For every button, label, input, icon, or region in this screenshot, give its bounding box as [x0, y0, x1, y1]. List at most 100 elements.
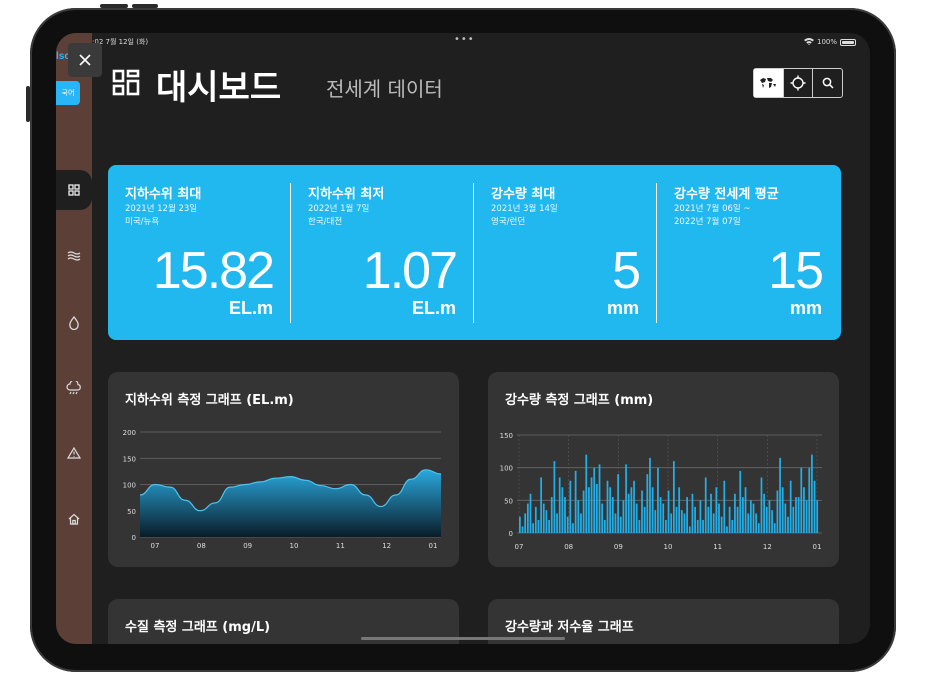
bar	[752, 503, 755, 533]
bar	[537, 519, 540, 533]
bar	[742, 497, 744, 533]
stat-groundwater-min: 지하수위 최저 2022년 1월 7일 한국/대전 1.07 EL.m	[291, 165, 474, 340]
bar	[811, 454, 813, 533]
bar	[797, 497, 800, 533]
groundwater-chart-card[interactable]: 지하수위 측정 그래프 (EL.m) 0 50 100 150 200 07 08 09 10 1…	[108, 372, 459, 567]
bar	[646, 474, 649, 533]
bar	[659, 497, 662, 533]
bar	[524, 513, 527, 533]
bar	[627, 493, 630, 533]
bar	[665, 519, 667, 533]
rainfall-chart-card[interactable]: 강수량 측정 그래프 (mm) 0 50 100 150 07 08 09 10 11 12 01	[488, 372, 839, 567]
bar	[651, 487, 654, 533]
bar	[657, 467, 659, 533]
multitasking-dots[interactable]: •••	[454, 34, 475, 45]
bar	[688, 526, 691, 533]
bar	[619, 516, 622, 533]
x-tick-label: 08	[564, 543, 573, 551]
bar	[739, 470, 742, 533]
stat-name: 지하수위 최대	[125, 187, 202, 202]
stat-name: 지하수위 최저	[308, 187, 385, 202]
droplet-icon[interactable]	[65, 314, 83, 332]
x-tick-label: 09	[243, 542, 252, 550]
bar	[800, 467, 803, 533]
card-title: 수질 측정 그래프 (mg/L)	[125, 620, 271, 635]
bar	[540, 477, 542, 533]
bar	[662, 503, 665, 533]
bar	[526, 503, 529, 533]
dashboard-header-icon	[112, 69, 140, 97]
language-button[interactable]: 국어	[56, 81, 80, 105]
stat-rainfall-max: 강수량 최대 2021년 3월 14일 영국/런던 5 mm	[474, 165, 657, 340]
bar	[691, 493, 694, 533]
page-subtitle: 전세계 데이터	[326, 77, 443, 101]
bar	[561, 487, 564, 533]
search-button[interactable]	[812, 69, 842, 97]
x-tick-label: 12	[763, 543, 772, 551]
stat-date: 2021년 12월 23일 미국/뉴욕	[125, 204, 198, 227]
bar	[641, 490, 643, 533]
bar	[699, 500, 702, 533]
bar	[678, 487, 681, 533]
home-icon[interactable]	[65, 510, 83, 528]
bar	[614, 513, 617, 533]
hardware-button	[132, 4, 158, 8]
stat-value: 5	[612, 242, 641, 300]
bar	[617, 474, 619, 533]
y-tick-label: 100	[500, 465, 513, 473]
bar	[723, 480, 726, 533]
card-title: 강수량과 저수율 그래프	[505, 620, 634, 635]
bar	[776, 490, 779, 533]
bar	[529, 493, 532, 533]
bar	[795, 497, 797, 533]
stat-date: 2021년 7월 06일 ~ 2022년 7월 07일	[674, 204, 751, 227]
bar	[747, 513, 750, 533]
bar	[625, 464, 627, 533]
bar	[550, 497, 553, 533]
bar	[519, 516, 521, 533]
home-indicator[interactable]	[361, 637, 565, 640]
bar	[633, 480, 635, 533]
wave-icon[interactable]	[65, 247, 83, 265]
groundwater-chart: 0 50 100 150 200 07 08 09 10 11 12 01	[123, 429, 442, 550]
close-button[interactable]	[68, 43, 102, 77]
bar	[712, 513, 715, 533]
stat-value: 15.82	[152, 242, 275, 300]
bar	[680, 510, 683, 533]
y-tick-label: 200	[123, 429, 136, 437]
bar	[542, 503, 545, 533]
world-map-button[interactable]	[754, 69, 783, 97]
stat-groundwater-max: 지하수위 최대 2021년 12월 23일 미국/뉴욕 15.82 EL.m	[108, 165, 291, 340]
crosshair-button[interactable]	[782, 69, 813, 97]
bar	[611, 497, 614, 533]
bar	[792, 506, 795, 533]
y-tick-label: 150	[500, 432, 513, 440]
close-icon	[79, 54, 91, 66]
bar	[574, 470, 577, 533]
stat-name: 강수량 전세계 평균	[674, 187, 779, 202]
x-tick-label: 01	[429, 542, 438, 550]
cloud-rain-icon[interactable]	[65, 379, 83, 397]
warning-icon[interactable]	[65, 444, 83, 462]
bar	[654, 510, 657, 533]
bar	[534, 506, 537, 533]
bar	[734, 493, 736, 533]
stat-unit: mm	[789, 298, 822, 318]
sidebar: lsc 국어	[56, 33, 92, 644]
bar	[672, 461, 675, 533]
dashboard-icon[interactable]	[65, 181, 83, 199]
x-tick-label: 07	[151, 542, 160, 550]
bar	[760, 477, 763, 533]
bar	[707, 506, 710, 533]
bar	[726, 526, 728, 533]
x-tick-label: 10	[290, 542, 299, 550]
bar	[577, 500, 580, 533]
stat-date: 2021년 3월 14일 영국/런던	[491, 204, 558, 227]
x-tick-label: 09	[614, 543, 623, 551]
bar	[702, 519, 704, 533]
bar	[784, 503, 787, 533]
bar	[606, 480, 609, 533]
bar	[564, 497, 566, 533]
bar	[638, 519, 641, 533]
x-tick-label: 10	[664, 543, 673, 551]
